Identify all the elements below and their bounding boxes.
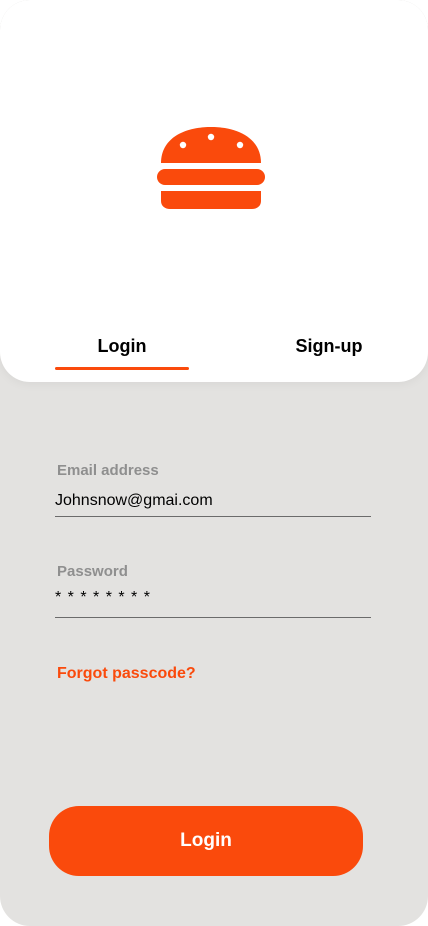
active-tab-indicator xyxy=(55,367,189,370)
password-label: Password xyxy=(57,563,128,580)
email-input[interactable] xyxy=(55,482,371,517)
auth-tabs: Login Sign-up xyxy=(0,330,428,382)
burger-patty xyxy=(157,169,265,185)
login-screen: Login Sign-up Email address Password For… xyxy=(0,0,428,926)
burger-top-bun xyxy=(161,127,261,163)
email-field: Email address xyxy=(55,462,371,517)
sesame-seed xyxy=(179,141,187,149)
burger-bottom-bun xyxy=(161,191,261,209)
tab-login[interactable]: Login xyxy=(55,336,189,357)
login-button[interactable]: Login xyxy=(49,806,363,876)
header-card: Login Sign-up xyxy=(0,0,428,382)
forgot-passcode-link[interactable]: Forgot passcode? xyxy=(57,665,196,683)
email-label: Email address xyxy=(57,462,159,479)
sesame-seed xyxy=(207,133,215,141)
sesame-seed xyxy=(236,141,244,149)
password-field: Password xyxy=(55,563,371,618)
burger-icon xyxy=(157,127,265,209)
tab-signup[interactable]: Sign-up xyxy=(262,336,396,357)
password-input[interactable] xyxy=(55,583,371,618)
